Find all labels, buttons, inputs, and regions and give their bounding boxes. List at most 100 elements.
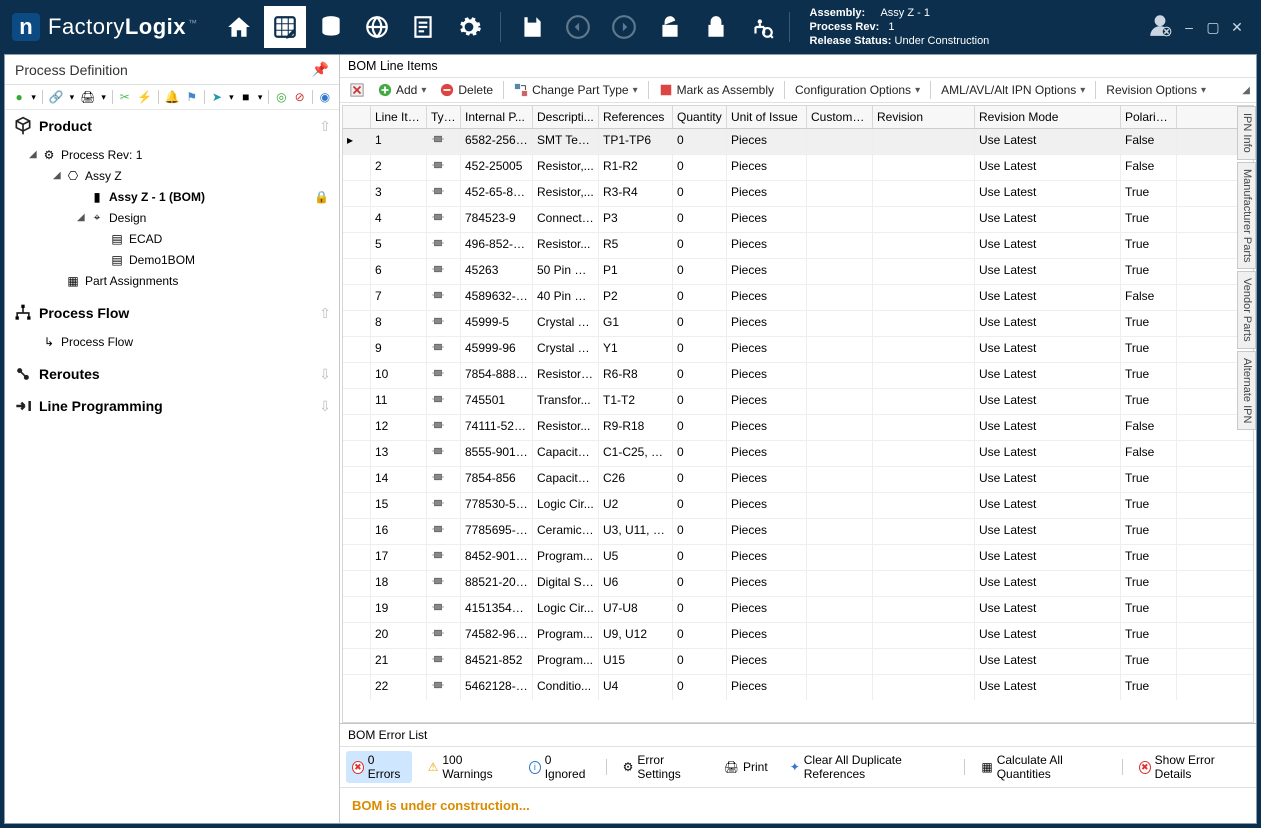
home-icon[interactable] [218, 6, 260, 48]
cell-quantity[interactable]: 0 [673, 259, 727, 284]
cell-revision[interactable] [873, 155, 975, 180]
cell-customer[interactable] [807, 155, 873, 180]
tree-design[interactable]: ◢⌖Design [5, 207, 339, 228]
cell-references[interactable]: U3, U11, U13 [599, 519, 673, 544]
cell-quantity[interactable]: 0 [673, 129, 727, 154]
cell-references[interactable]: R1-R2 [599, 155, 673, 180]
section-product[interactable]: Product ⇧ [5, 110, 339, 142]
row-selector[interactable] [343, 441, 371, 466]
row-selector[interactable] [343, 597, 371, 622]
cell-revision-mode[interactable]: Use Latest [975, 467, 1121, 492]
cell-description[interactable]: Digital Si... [533, 571, 599, 596]
cell-revision[interactable] [873, 363, 975, 388]
row-selector[interactable] [343, 623, 371, 648]
table-row[interactable]: 64526350 Pin Co...P10PiecesUse LatestTru… [343, 259, 1253, 285]
cell-unit-of-issue[interactable]: Pieces [727, 493, 807, 518]
cell-description[interactable]: 50 Pin Co... [533, 259, 599, 284]
toolbar-expand-icon[interactable]: ◢ [1242, 85, 1250, 96]
cell-quantity[interactable]: 0 [673, 675, 727, 700]
cell-customer[interactable] [807, 233, 873, 258]
cell-quantity[interactable]: 0 [673, 285, 727, 310]
cell-type[interactable] [427, 441, 461, 466]
cell-polarized[interactable]: True [1121, 389, 1177, 414]
cell-unit-of-issue[interactable]: Pieces [727, 181, 807, 206]
cell-polarized[interactable]: True [1121, 337, 1177, 362]
cell-revision[interactable] [873, 285, 975, 310]
cell-ipn[interactable]: 4589632-89 [461, 285, 533, 310]
cell-type[interactable] [427, 415, 461, 440]
cell-references[interactable]: TP1-TP6 [599, 129, 673, 154]
ignored-chip[interactable]: i0 Ignored [523, 751, 596, 783]
unlock-icon[interactable] [649, 6, 691, 48]
cell-description[interactable]: Connecto... [533, 207, 599, 232]
cell-revision-mode[interactable]: Use Latest [975, 493, 1121, 518]
minimize-button[interactable]: – [1181, 19, 1197, 35]
cell-description[interactable]: SMT Test... [533, 129, 599, 154]
cell-quantity[interactable]: 0 [673, 207, 727, 232]
cell-description[interactable]: Logic Cir... [533, 493, 599, 518]
cell-line-item[interactable]: 7 [371, 285, 427, 310]
cell-unit-of-issue[interactable]: Pieces [727, 363, 807, 388]
cell-line-item[interactable]: 10 [371, 363, 427, 388]
cell-customer[interactable] [807, 467, 873, 492]
cell-revision[interactable] [873, 493, 975, 518]
table-row[interactable]: 1274111-521-5Resistor...R9-R180PiecesUse… [343, 415, 1253, 441]
cell-ipn[interactable]: 452-65-8954 [461, 181, 533, 206]
col-revision[interactable]: Revision [873, 106, 975, 128]
cell-revision[interactable] [873, 545, 975, 570]
cell-revision-mode[interactable]: Use Latest [975, 129, 1121, 154]
row-selector[interactable] [343, 493, 371, 518]
table-row[interactable]: 3452-65-8954Resistor,...R3-R40PiecesUse … [343, 181, 1253, 207]
col-polarized[interactable]: Polarized [1121, 106, 1177, 128]
cell-customer[interactable] [807, 285, 873, 310]
section-reroutes[interactable]: Reroutes ⇩ [5, 358, 339, 390]
cell-polarized[interactable]: True [1121, 545, 1177, 570]
cell-ipn[interactable]: 778530-520 [461, 493, 533, 518]
cell-type[interactable] [427, 597, 461, 622]
cell-ipn[interactable]: 784523-9 [461, 207, 533, 232]
cell-description[interactable]: 40 Pin Co... [533, 285, 599, 310]
cell-description[interactable]: Crystal O... [533, 337, 599, 362]
configuration-options-button[interactable]: Configuration Options [791, 81, 924, 99]
cell-revision-mode[interactable]: Use Latest [975, 285, 1121, 310]
cell-revision[interactable] [873, 259, 975, 284]
cell-references[interactable]: C26 [599, 467, 673, 492]
table-row[interactable]: ▸16582-256-96SMT Test...TP1-TP60PiecesUs… [343, 129, 1253, 155]
col-quantity[interactable]: Quantity [673, 106, 727, 128]
cell-revision[interactable] [873, 441, 975, 466]
cell-type[interactable] [427, 389, 461, 414]
cell-ipn[interactable]: 7785695-82 [461, 519, 533, 544]
cell-quantity[interactable]: 0 [673, 597, 727, 622]
cell-unit-of-issue[interactable]: Pieces [727, 649, 807, 674]
table-row[interactable]: 138555-901-52Capacitor...C1-C25, C270Pie… [343, 441, 1253, 467]
cell-polarized[interactable]: True [1121, 571, 1177, 596]
cell-type[interactable] [427, 519, 461, 544]
flag-icon[interactable]: ⚑ [186, 89, 198, 105]
cell-revision[interactable] [873, 675, 975, 700]
tree-demo-bom[interactable]: ▤Demo1BOM [5, 249, 339, 270]
cell-references[interactable]: P2 [599, 285, 673, 310]
cell-polarized[interactable]: False [1121, 129, 1177, 154]
cell-line-item[interactable]: 16 [371, 519, 427, 544]
cell-description[interactable]: Program... [533, 623, 599, 648]
cell-description[interactable]: Resistor... [533, 233, 599, 258]
cell-quantity[interactable]: 0 [673, 363, 727, 388]
cell-unit-of-issue[interactable]: Pieces [727, 311, 807, 336]
cell-customer[interactable] [807, 259, 873, 284]
cell-line-item[interactable]: 6 [371, 259, 427, 284]
cell-revision-mode[interactable]: Use Latest [975, 259, 1121, 284]
cell-description[interactable]: Ceramic s... [533, 519, 599, 544]
cell-line-item[interactable]: 5 [371, 233, 427, 258]
table-row[interactable]: 845999-5Crystal O...G10PiecesUse LatestT… [343, 311, 1253, 337]
col-type[interactable]: Type [427, 106, 461, 128]
row-selector[interactable] [343, 207, 371, 232]
cell-line-item[interactable]: 3 [371, 181, 427, 206]
cell-customer[interactable] [807, 389, 873, 414]
cell-revision-mode[interactable]: Use Latest [975, 571, 1121, 596]
cell-revision[interactable] [873, 129, 975, 154]
cell-revision[interactable] [873, 597, 975, 622]
cell-customer[interactable] [807, 545, 873, 570]
cell-customer[interactable] [807, 649, 873, 674]
cell-quantity[interactable]: 0 [673, 623, 727, 648]
cell-polarized[interactable]: True [1121, 259, 1177, 284]
